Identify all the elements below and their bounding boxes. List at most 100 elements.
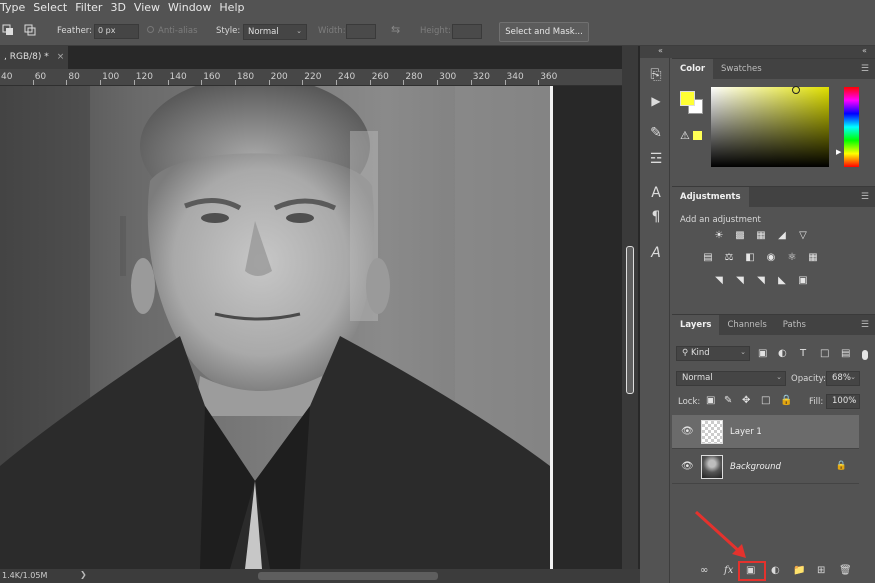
- color-lookup-icon[interactable]: ▦: [806, 252, 820, 264]
- collapse-icon[interactable]: «: [658, 46, 663, 55]
- panel-collapse-bar: « «: [640, 46, 875, 58]
- filter-toggle[interactable]: [862, 350, 868, 360]
- new-layer-icon[interactable]: ⊞: [817, 565, 825, 576]
- levels-icon[interactable]: ▩: [733, 230, 747, 242]
- ruler-tick-mark: [201, 80, 203, 85]
- tab-swatches[interactable]: Swatches: [713, 59, 770, 79]
- panel-menu-icon[interactable]: ☰: [861, 320, 869, 330]
- tab-paths[interactable]: Paths: [775, 315, 814, 335]
- fill-input[interactable]: 100% ⌄: [826, 394, 860, 409]
- collapse-panels-icon[interactable]: «: [862, 46, 867, 55]
- foreground-color-swatch[interactable]: [680, 91, 695, 106]
- glyphs-icon[interactable]: A: [647, 244, 665, 262]
- chevron-right-icon[interactable]: ❯: [80, 570, 87, 579]
- exposure-icon[interactable]: ◢: [775, 230, 789, 242]
- portrait-photo: [0, 86, 550, 569]
- lock-artboard-icon[interactable]: □: [761, 395, 770, 406]
- menu-bar: Type Select Filter 3D View Window Help: [0, 0, 875, 14]
- color-balance-icon[interactable]: ⚖: [722, 252, 736, 264]
- hue-slider[interactable]: [844, 87, 859, 167]
- menu-type[interactable]: Type: [0, 1, 25, 14]
- layer-row[interactable]: 👁 Background 🔒: [672, 450, 859, 484]
- search-icon: ⚲: [682, 348, 689, 358]
- menu-select[interactable]: Select: [33, 1, 67, 14]
- filter-smart-object-icon[interactable]: ▤: [841, 348, 850, 359]
- lock-pixels-icon[interactable]: ✎: [724, 395, 732, 406]
- color-picker-field[interactable]: [711, 87, 829, 167]
- filter-adjustment-icon[interactable]: ◐: [778, 348, 787, 359]
- tab-channels[interactable]: Channels: [719, 315, 774, 335]
- adjustment-layer-icon[interactable]: ◐: [771, 565, 780, 576]
- layer-row[interactable]: 👁 Layer 1: [672, 415, 859, 449]
- height-input[interactable]: [452, 24, 482, 39]
- document-tab[interactable]: , RGB/8) * ×: [0, 46, 68, 69]
- blend-mode-select[interactable]: Normal ⌄: [676, 371, 786, 386]
- threshold-icon[interactable]: ◥: [754, 275, 768, 287]
- menu-filter[interactable]: Filter: [75, 1, 102, 14]
- play-action-icon[interactable]: ▶: [647, 92, 665, 110]
- ruler-tick-mark: [167, 80, 169, 85]
- scroll-thumb[interactable]: [626, 246, 634, 394]
- selective-color-icon[interactable]: ◣: [775, 275, 789, 287]
- vibrance-icon[interactable]: ▽: [796, 230, 810, 242]
- brush-icon[interactable]: ✎: [647, 124, 665, 142]
- posterize-icon[interactable]: ◥: [733, 275, 747, 287]
- ruler-tick-mark: [369, 80, 371, 85]
- ruler-tick-mark: [302, 80, 304, 85]
- tab-color[interactable]: Color: [672, 59, 714, 79]
- new-group-icon[interactable]: 📁: [793, 565, 805, 576]
- invert-icon[interactable]: ◥: [712, 275, 726, 287]
- panel-menu-icon[interactable]: ☰: [861, 64, 869, 74]
- panel-menu-icon[interactable]: ☰: [861, 192, 869, 202]
- brush-settings-icon[interactable]: ☲: [647, 150, 665, 168]
- brightness-contrast-icon[interactable]: ☀: [712, 230, 726, 242]
- document-canvas[interactable]: [0, 86, 550, 569]
- color-picker-cursor[interactable]: [792, 86, 800, 94]
- menu-help[interactable]: Help: [219, 1, 244, 14]
- intersect-selection-icon[interactable]: [24, 24, 36, 36]
- swap-icon[interactable]: ⇆: [391, 23, 400, 36]
- gamut-swatch[interactable]: [693, 131, 702, 140]
- ruler-tick-label: 120: [135, 72, 153, 82]
- selection-mode-icon[interactable]: [2, 24, 14, 36]
- filter-shape-icon[interactable]: □: [820, 348, 829, 359]
- character-icon[interactable]: A: [647, 184, 665, 202]
- tab-layers[interactable]: Layers: [672, 315, 720, 335]
- gamut-warning-icon[interactable]: ⚠: [680, 129, 690, 142]
- close-icon[interactable]: ×: [57, 52, 65, 62]
- history-icon[interactable]: ⎘: [647, 66, 665, 84]
- visibility-eye-icon[interactable]: 👁: [681, 461, 694, 472]
- feather-input[interactable]: 0 px: [94, 24, 139, 39]
- channel-mixer-icon[interactable]: ⚛: [785, 252, 799, 264]
- hue-saturation-icon[interactable]: ▤: [701, 252, 715, 264]
- ruler-tick-label: 260: [371, 72, 389, 82]
- menu-window[interactable]: Window: [168, 1, 211, 14]
- adjustments-panel: Adjustments ☰ Add an adjustment ☀ ▩ ▦ ◢ …: [672, 186, 875, 310]
- gradient-map-icon[interactable]: ▣: [796, 275, 810, 287]
- opacity-input[interactable]: 68% ⌄: [826, 371, 860, 386]
- tab-adjustments[interactable]: Adjustments: [672, 187, 749, 207]
- antialias-checkbox[interactable]: [147, 26, 154, 33]
- select-and-mask-button[interactable]: Select and Mask...: [499, 22, 589, 42]
- visibility-eye-icon[interactable]: 👁: [681, 426, 694, 437]
- photo-filter-icon[interactable]: ◉: [764, 252, 778, 264]
- hue-slider-handle[interactable]: ▶: [836, 148, 841, 156]
- vertical-scrollbar[interactable]: [622, 46, 638, 569]
- filter-kind-select[interactable]: ⚲ Kind ⌄: [676, 346, 750, 361]
- filter-pixel-icon[interactable]: ▣: [758, 348, 767, 359]
- lock-transparent-icon[interactable]: ▣: [706, 395, 715, 406]
- paragraph-icon[interactable]: ¶: [647, 208, 665, 226]
- lock-all-icon[interactable]: 🔒: [780, 395, 792, 406]
- filter-type-icon[interactable]: T: [800, 348, 806, 359]
- ruler-tick-mark: [403, 80, 405, 85]
- ruler-tick-mark: [100, 80, 102, 85]
- black-white-icon[interactable]: ◧: [743, 252, 757, 264]
- lock-position-icon[interactable]: ✥: [742, 395, 750, 406]
- style-select[interactable]: Normal ⌄: [243, 24, 307, 40]
- horizontal-scroll-thumb[interactable]: [258, 572, 438, 580]
- width-input[interactable]: [346, 24, 376, 39]
- delete-layer-icon[interactable]: 🗑: [839, 565, 852, 576]
- menu-view[interactable]: View: [134, 1, 160, 14]
- menu-3d[interactable]: 3D: [110, 1, 125, 14]
- curves-icon[interactable]: ▦: [754, 230, 768, 242]
